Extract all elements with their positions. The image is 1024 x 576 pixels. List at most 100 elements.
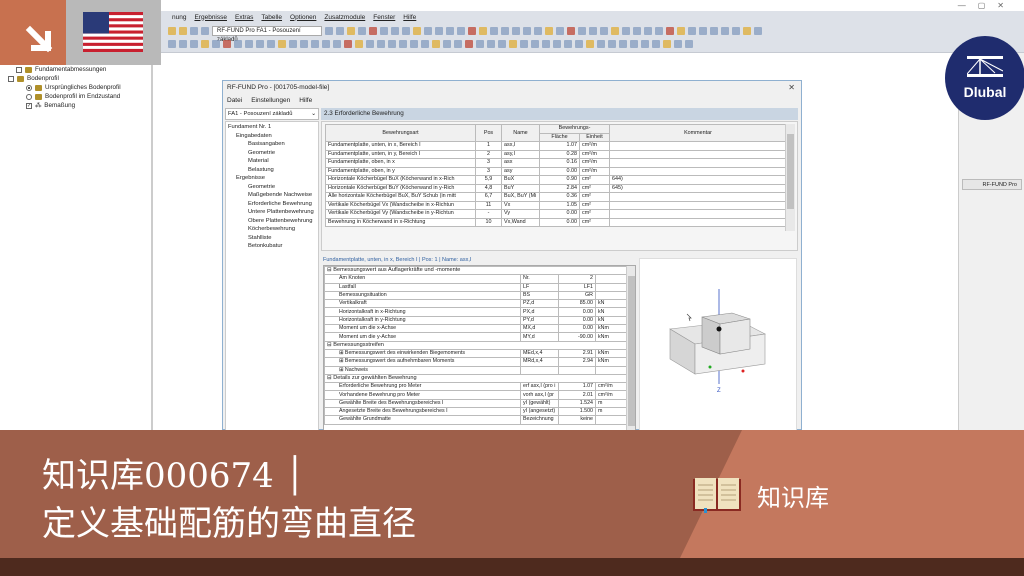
table-row[interactable]: Vertikale Köcherbügel Vx (Wandscheibe in… bbox=[325, 200, 787, 210]
toolbar-icon[interactable] bbox=[479, 27, 487, 35]
toolbar-icon[interactable] bbox=[424, 27, 432, 35]
detail-row[interactable]: ⊞ Bemessungswert des aufnehmbaren Moment… bbox=[324, 357, 627, 367]
foundation-3d-preview[interactable]: Z bbox=[639, 258, 797, 431]
toolbar-icon[interactable] bbox=[391, 27, 399, 35]
toolbar-icon[interactable] bbox=[476, 40, 484, 48]
toolbar-icon[interactable] bbox=[468, 27, 476, 35]
detail-row[interactable]: Erforderliche Bewehrung pro Meter erf asx… bbox=[324, 382, 627, 392]
scrollbar[interactable] bbox=[785, 124, 795, 231]
close-icon[interactable]: ✕ bbox=[788, 83, 795, 92]
toolbar-icon[interactable] bbox=[289, 40, 297, 48]
toolbar-icon[interactable] bbox=[523, 27, 531, 35]
toolbar-icon[interactable] bbox=[630, 40, 638, 48]
detail-row[interactable]: Moment um die x-Achse MX,d 0.00 kNm bbox=[324, 324, 627, 334]
toolbar-icon[interactable] bbox=[336, 27, 344, 35]
nav-item[interactable]: Köcherbewehrung bbox=[248, 226, 295, 232]
toolbar-icon[interactable] bbox=[212, 40, 220, 48]
scrollbar[interactable] bbox=[626, 266, 635, 430]
toolbar-icon[interactable] bbox=[410, 40, 418, 48]
toolbar-icon[interactable] bbox=[663, 40, 671, 48]
nav-item[interactable]: Material bbox=[248, 158, 269, 164]
toolbar-icon[interactable] bbox=[179, 27, 187, 35]
menu-item[interactable]: nung bbox=[172, 14, 186, 21]
toolbar-icon[interactable] bbox=[564, 40, 572, 48]
nav-root[interactable]: Fundament Nr. 1 bbox=[228, 124, 271, 130]
toolbar-icon[interactable] bbox=[443, 40, 451, 48]
toolbar-icon[interactable] bbox=[355, 40, 363, 48]
toolbar-icon[interactable] bbox=[600, 27, 608, 35]
nav-group[interactable]: Ergebnisse bbox=[236, 175, 265, 181]
toolbar-icon[interactable] bbox=[754, 27, 762, 35]
toolbar-icon[interactable] bbox=[366, 40, 374, 48]
toolbar-icon[interactable] bbox=[556, 27, 564, 35]
toolbar-icon[interactable] bbox=[311, 40, 319, 48]
toolbar-icon[interactable] bbox=[245, 40, 253, 48]
toolbar-icon[interactable] bbox=[347, 27, 355, 35]
toolbar-icon[interactable] bbox=[677, 27, 685, 35]
nav-item[interactable]: Erforderliche Bewehrung bbox=[248, 201, 312, 207]
toolbar-icon[interactable] bbox=[201, 27, 209, 35]
toolbar-icon[interactable] bbox=[278, 40, 286, 48]
menu-hilfe[interactable]: Hilfe bbox=[403, 14, 416, 21]
toolbar-icon[interactable] bbox=[710, 27, 718, 35]
nav-group[interactable]: Eingabedaten bbox=[236, 133, 272, 139]
column-header[interactable]: Name bbox=[501, 124, 540, 142]
toolbar-icon[interactable] bbox=[553, 40, 561, 48]
table-row[interactable]: Bewehrung in Köcherwand in x-Richtung 10 V… bbox=[325, 217, 787, 227]
toolbar-icon[interactable] bbox=[531, 40, 539, 48]
toolbar-icon[interactable] bbox=[611, 27, 619, 35]
column-header[interactable]: Pos bbox=[475, 124, 502, 142]
menu-optionen[interactable]: Optionen bbox=[290, 14, 316, 21]
toolbar-icon[interactable] bbox=[333, 40, 341, 48]
toolbar-icon[interactable] bbox=[545, 27, 553, 35]
toolbar-icon[interactable] bbox=[575, 40, 583, 48]
toolbar-icon[interactable] bbox=[358, 27, 366, 35]
table-row[interactable]: Fundamentplatte, oben, in x 3 asx 0.16 cm²/m bbox=[325, 158, 787, 168]
radio-button[interactable] bbox=[26, 84, 32, 91]
toolbar-icon[interactable] bbox=[534, 27, 542, 35]
toolbar-icon[interactable] bbox=[435, 27, 443, 35]
detail-row[interactable]: Horizontalkraft in x-Richtung PX,d 0.00 kN bbox=[324, 307, 627, 317]
table-row[interactable]: Fundamentplatte, unten, in y, Bereich I2… bbox=[325, 149, 787, 159]
toolbar-icon[interactable] bbox=[622, 27, 630, 35]
detail-row[interactable]: ⊞ Bemessungswert des einwirkenden Biegem… bbox=[324, 348, 627, 359]
toolbar-icon[interactable] bbox=[699, 27, 707, 35]
detail-row[interactable]: Gewählte Breite des Bewehrungsbereiches … bbox=[324, 398, 627, 409]
toolbar-icon[interactable] bbox=[644, 27, 652, 35]
toolbar-icon[interactable] bbox=[498, 40, 506, 48]
toolbar-icon[interactable] bbox=[168, 27, 176, 35]
toolbar-icon[interactable] bbox=[413, 27, 421, 35]
toolbar-icon[interactable] bbox=[501, 27, 509, 35]
toolbar-icon[interactable] bbox=[380, 27, 388, 35]
detail-row[interactable]: ⊟ Bemessungsstreifen bbox=[324, 340, 627, 350]
detail-row[interactable]: ⊟ Bemessungswert aus Auflagerkräfte und … bbox=[324, 266, 627, 276]
toolbar-icon[interactable] bbox=[578, 27, 586, 35]
toolbar-icon[interactable] bbox=[743, 27, 751, 35]
toolbar-icon[interactable] bbox=[512, 27, 520, 35]
toolbar-icon[interactable] bbox=[586, 40, 594, 48]
toolbar-icon[interactable] bbox=[179, 40, 187, 48]
toolbar-icon[interactable] bbox=[325, 27, 333, 35]
table-row[interactable]: Horizontale Köcherbügel BuY (Köcherwand … bbox=[325, 183, 787, 193]
toolbar-icon[interactable] bbox=[589, 27, 597, 35]
detail-row[interactable]: ⊞ Nachweis bbox=[324, 365, 627, 375]
toolbar-icon[interactable] bbox=[688, 27, 696, 35]
toolbar-icon[interactable] bbox=[388, 40, 396, 48]
toolbar-icon[interactable] bbox=[652, 40, 660, 48]
nav-item[interactable]: Maßgebende Nachweise bbox=[248, 192, 312, 198]
detail-row[interactable]: ⊟ Details zur gewählten Bewehrung bbox=[324, 373, 627, 384]
menu-zusatzmodule[interactable]: Zusatzmodule bbox=[324, 14, 365, 21]
toolbar-icon[interactable] bbox=[190, 27, 198, 35]
menu-einstellungen[interactable]: Einstellungen bbox=[251, 97, 290, 104]
nav-item[interactable]: Geometrie bbox=[248, 150, 275, 156]
detail-group-header[interactable]: ⊟ Bemessungswert aus Auflagerkräfte und … bbox=[324, 266, 627, 276]
menu-tabelle[interactable]: Tabelle bbox=[261, 14, 282, 21]
toolbar-icon[interactable] bbox=[597, 40, 605, 48]
checkbox[interactable] bbox=[8, 75, 14, 82]
table-row[interactable]: Vertikale Köcherbügel Vy (Wandscheibe in… bbox=[325, 209, 787, 219]
detail-row[interactable]: Vorhandene Bewehrung pro Meter vorh asx,I… bbox=[324, 390, 627, 400]
toolbar-icon[interactable] bbox=[446, 27, 454, 35]
nav-item[interactable]: Stahlliste bbox=[248, 235, 272, 241]
toolbar-icon[interactable] bbox=[432, 40, 440, 48]
module-combo[interactable]: RF-FUND Pro FA1 - Posouzení základů bbox=[212, 26, 322, 43]
